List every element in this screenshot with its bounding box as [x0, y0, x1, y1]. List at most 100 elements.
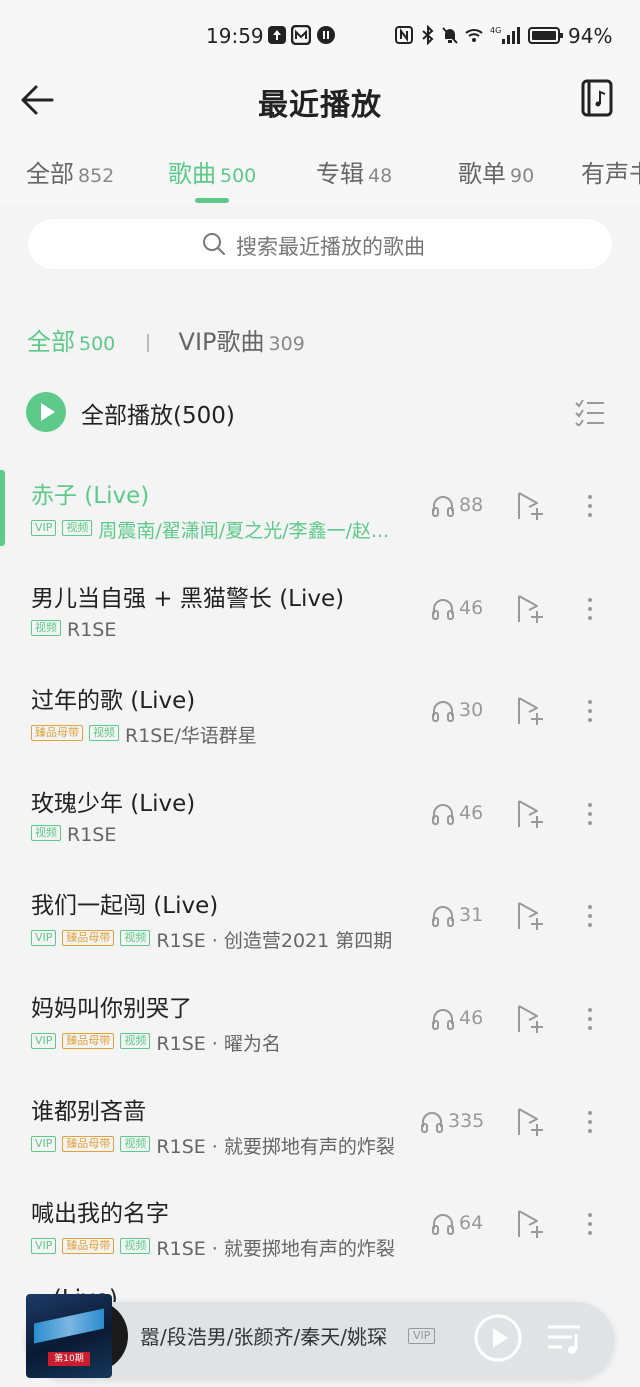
more-options-icon[interactable]: [580, 800, 600, 830]
play-all-button[interactable]: [26, 392, 66, 432]
headphones-icon: [432, 905, 454, 927]
now-playing-indicator: [0, 470, 5, 546]
headphones-icon: [432, 1213, 454, 1235]
headphones-icon: [432, 495, 454, 517]
more-options-icon[interactable]: [580, 1108, 600, 1138]
song-row[interactable]: 玫瑰少年 (Live) 视频 R1SE 46: [0, 778, 640, 878]
song-tag: 视频: [89, 724, 119, 741]
nfc-icon: [395, 26, 413, 44]
more-options-icon[interactable]: [580, 697, 600, 727]
filter-divider: [146, 334, 149, 352]
more-options-icon[interactable]: [580, 1210, 600, 1240]
song-row[interactable]: 谁都别吝啬 VIP 臻品母带 视频 R1SE · 就要掷地有声的炸裂 335: [0, 1086, 640, 1186]
more-options-icon[interactable]: [580, 1005, 600, 1035]
search-bar[interactable]: 搜索最近播放的歌曲: [28, 219, 612, 269]
play-next-icon[interactable]: [515, 695, 547, 727]
song-tag: 视频: [62, 519, 93, 536]
song-tag: VIP: [31, 1032, 57, 1049]
headphones-icon: [432, 803, 454, 825]
song-meta: VIP 臻品母带 视频 R1SE · 创造营2021 第四期: [31, 926, 419, 950]
play-count: 88: [431, 494, 483, 517]
filter-vip[interactable]: VIP歌曲 309: [179, 328, 305, 356]
now-playing-vip-badge: VIP: [408, 1328, 436, 1344]
page-title: 最近播放: [258, 88, 382, 123]
song-row[interactable]: 赤子 (Live) VIP 视频 周震南/翟潇闻/夏之光/李鑫一/赵... 88: [0, 470, 640, 570]
play-next-icon[interactable]: [515, 798, 547, 830]
song-title: 过年的歌 (Live): [31, 688, 196, 714]
play-count: 30: [431, 699, 483, 722]
play-count-value: 46: [459, 1007, 484, 1029]
song-tag: 视频: [31, 825, 61, 841]
battery-icon: [528, 27, 563, 44]
play-next-icon[interactable]: [515, 593, 547, 625]
song-tag: VIP: [31, 519, 57, 536]
local-music-icon[interactable]: [580, 78, 614, 118]
play-count: 335: [420, 1110, 484, 1133]
song-artist: R1SE: [67, 619, 117, 641]
play-next-icon[interactable]: [515, 1208, 547, 1240]
song-artist: R1SE · 就要掷地有声的炸裂: [156, 1136, 395, 1156]
category-tabs: 全部852 歌曲500 专辑48 歌单90 有声书: [0, 140, 640, 206]
play-next-icon[interactable]: [515, 490, 547, 522]
song-row[interactable]: 妈妈叫你别哭了 VIP 臻品母带 视频 R1SE · 曜为名 46: [0, 983, 640, 1083]
music-notification-icon: [317, 26, 335, 44]
play-next-icon[interactable]: [515, 1106, 547, 1138]
song-artist: 周震南/翟潇闻/夏之光/李鑫一/赵...: [98, 520, 390, 540]
multi-select-icon[interactable]: [574, 398, 606, 426]
play-all-label[interactable]: 全部播放(500): [81, 396, 235, 430]
song-row[interactable]: 过年的歌 (Live) 臻品母带 视频 R1SE/华语群星 30: [0, 675, 640, 775]
tab-songs[interactable]: 歌曲 500: [168, 154, 256, 189]
status-time: 19:59: [206, 24, 264, 48]
play-count: 31: [431, 904, 483, 927]
tab-albums[interactable]: 专辑 48: [316, 154, 392, 189]
song-meta: 视频 R1SE: [31, 824, 419, 848]
tab-all[interactable]: 全部 852: [26, 154, 114, 189]
song-tag: 视频: [31, 620, 61, 636]
song-tag: 臻品母带: [62, 1237, 115, 1254]
play-count: 64: [431, 1212, 483, 1235]
play-count: 46: [431, 802, 483, 825]
play-count-value: 64: [459, 1212, 484, 1234]
more-options-icon[interactable]: [580, 492, 600, 522]
song-artist: R1SE · 创造营2021 第四期: [156, 930, 393, 950]
song-tag: VIP: [31, 1135, 57, 1152]
more-options-icon[interactable]: [580, 595, 600, 625]
playlist-queue-icon[interactable]: [546, 1322, 584, 1356]
more-options-icon[interactable]: [580, 902, 600, 932]
header: 最近播放: [0, 72, 640, 132]
song-meta: VIP 臻品母带 视频 R1SE · 曜为名: [31, 1029, 419, 1053]
album-cover[interactable]: 第10期: [26, 1294, 112, 1378]
play-next-icon[interactable]: [515, 1003, 547, 1035]
song-title: 谁都别吝啬: [31, 1099, 146, 1125]
song-title: 妈妈叫你别哭了: [31, 996, 192, 1022]
status-bar: 19:59 4G 94%: [0, 0, 640, 72]
song-meta: VIP 臻品母带 视频 R1SE · 就要掷地有声的炸裂: [31, 1234, 419, 1258]
song-row[interactable]: 喊出我的名字 VIP 臻品母带 视频 R1SE · 就要掷地有声的炸裂 64: [0, 1188, 640, 1288]
headphones-icon: [432, 1008, 454, 1030]
song-tag: 臻品母带: [62, 1032, 115, 1049]
play-count: 46: [431, 1007, 483, 1030]
play-count-value: 46: [459, 597, 484, 619]
song-artist: R1SE · 曜为名: [156, 1033, 281, 1053]
filter-all[interactable]: 全部 500: [27, 328, 115, 356]
tab-playlists[interactable]: 歌单 90: [458, 154, 534, 189]
song-tag: 臻品母带: [31, 724, 83, 741]
song-row[interactable]: 我们一起闯 (Live) VIP 臻品母带 视频 R1SE · 创造营2021 第四期 3…: [0, 880, 640, 980]
song-artist: R1SE: [67, 824, 117, 846]
song-title: 玫瑰少年 (Live): [31, 791, 196, 817]
song-tag: VIP: [31, 929, 57, 946]
play-icon[interactable]: [473, 1313, 523, 1363]
song-artist: R1SE/华语群星: [125, 725, 257, 745]
play-count-value: 46: [459, 802, 484, 824]
play-count-value: 31: [459, 904, 484, 926]
song-tag: 臻品母带: [62, 1135, 115, 1152]
song-title: 男儿当自强 + 黑猫警长 (Live): [31, 586, 345, 612]
song-title: 我们一起闯 (Live): [31, 893, 219, 919]
song-meta: VIP 视频 周震南/翟潇闻/夏之光/李鑫一/赵...: [31, 516, 419, 540]
play-next-icon[interactable]: [515, 900, 547, 932]
tab-audiobooks[interactable]: 有声书: [581, 154, 640, 189]
app-notification-icon: [291, 25, 311, 45]
song-row[interactable]: 男儿当自强 + 黑猫警长 (Live) 视频 R1SE 46: [0, 573, 640, 673]
now-playing-artists[interactable]: 嚣/段浩男/张颜齐/秦天/姚琛: [140, 1321, 402, 1350]
search-placeholder: 搜索最近播放的歌曲: [236, 235, 425, 259]
